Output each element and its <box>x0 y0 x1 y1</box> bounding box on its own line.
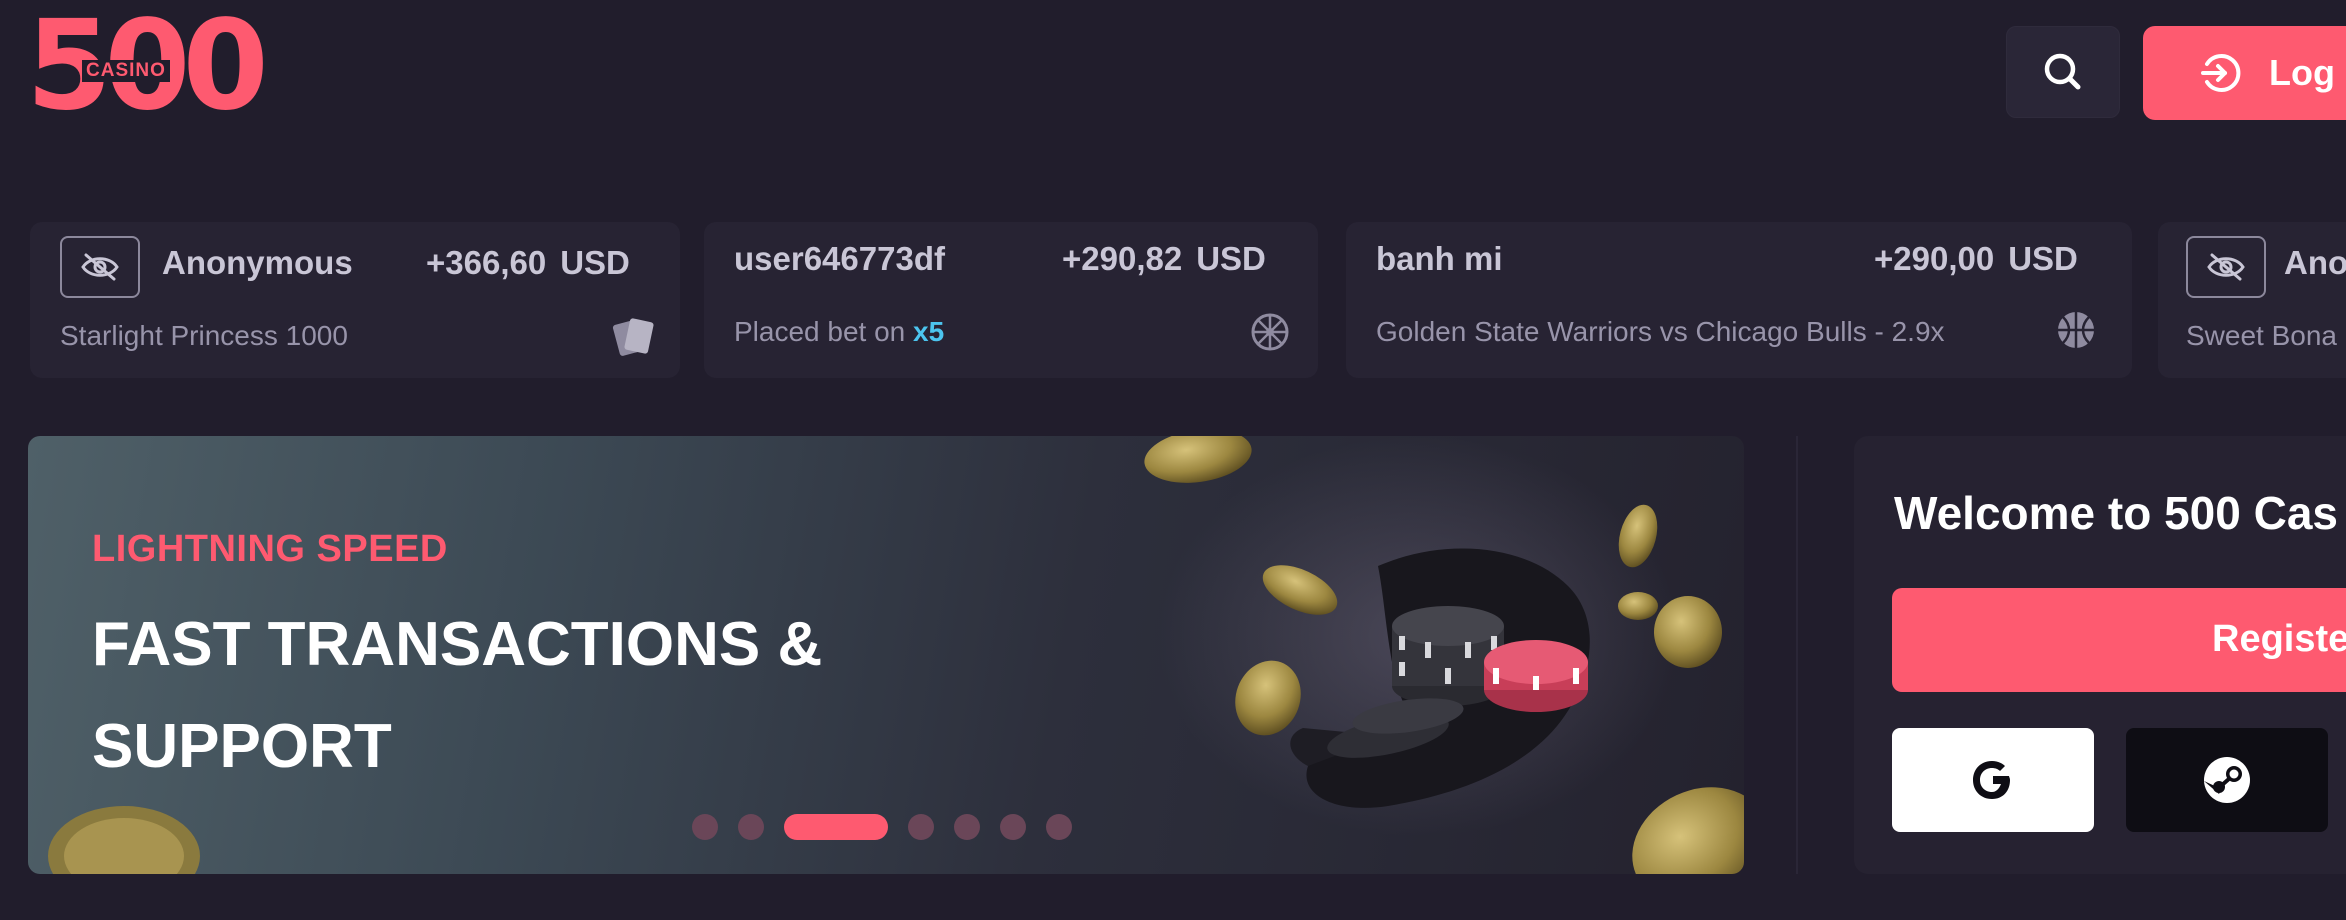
carousel-dot[interactable] <box>908 814 934 840</box>
carousel-dot[interactable] <box>784 814 888 840</box>
carousel-dot[interactable] <box>692 814 718 840</box>
live-bet-card[interactable]: Ano Sweet Bona <box>2158 222 2346 378</box>
login-button[interactable]: Log <box>2143 26 2346 120</box>
coin-decoration <box>48 806 200 874</box>
carousel-dot[interactable] <box>738 814 764 840</box>
search-button[interactable] <box>2006 26 2120 118</box>
carousel-dot[interactable] <box>954 814 980 840</box>
bet-game-prefix: Placed bet on <box>734 316 906 347</box>
welcome-panel: Welcome to 500 Cas Registe <box>1854 436 2346 874</box>
bet-user-name: Anonymous <box>162 244 353 281</box>
bet-amount-value: +290,00 <box>1874 240 1995 277</box>
anonymous-badge <box>60 236 140 298</box>
welcome-title: Welcome to 500 Cas <box>1894 487 2339 539</box>
live-bet-card[interactable]: user646773df +290,82 USD Placed bet on x5 <box>704 222 1318 378</box>
bet-user-name: banh mi <box>1376 240 1503 277</box>
anonymous-badge <box>2186 236 2266 298</box>
banner-title: FAST TRANSACTIONS & SUPPORT <box>92 594 992 798</box>
section-divider <box>1796 436 1798 874</box>
google-icon <box>1973 761 2010 799</box>
promo-banner[interactable]: LIGHTNING SPEED FAST TRANSACTIONS & SUPP… <box>28 436 1744 874</box>
chips-hand-illustration <box>1144 436 1744 874</box>
wheel-icon <box>1248 310 1292 354</box>
carousel-dots <box>692 814 1072 840</box>
slots-cards-icon <box>612 314 656 358</box>
google-login-button[interactable] <box>1892 728 2094 832</box>
bet-amount-value: +290,82 <box>1062 240 1183 277</box>
bet-user-name: user646773df <box>734 240 945 277</box>
live-bet-card[interactable]: banh mi +290,00 USD Golden State Warriors… <box>1346 222 2132 378</box>
carousel-dot[interactable] <box>1000 814 1026 840</box>
bet-amount: +366,60 USD <box>426 244 630 282</box>
eye-off-icon <box>2207 253 2245 281</box>
bet-amount: +290,82 USD <box>1062 240 1266 278</box>
bet-game-name: Starlight Princess 1000 <box>60 320 348 351</box>
carousel-dot[interactable] <box>1046 814 1072 840</box>
banner-title-line: FAST TRANSACTIONS & <box>92 610 823 679</box>
steam-login-button[interactable] <box>2126 728 2328 832</box>
logo-word: CASINO <box>82 60 170 82</box>
bet-game-name: Sweet Bona <box>2186 320 2337 351</box>
login-label: Log <box>2269 52 2335 93</box>
casino-logo[interactable]: 500 CASINO <box>26 4 269 128</box>
basketball-icon <box>2054 308 2098 352</box>
register-button[interactable]: Registe <box>1892 588 2346 692</box>
bet-game-name: Golden State Warriors vs Chicago Bulls -… <box>1376 316 1945 347</box>
bet-amount: +290,00 USD <box>1874 240 2078 278</box>
bet-currency: USD <box>1196 240 1266 277</box>
banner-title-line: SUPPORT <box>92 712 392 781</box>
bet-multiplier: x5 <box>913 316 945 347</box>
bet-amount-value: +366,60 <box>426 244 547 281</box>
steam-icon <box>2204 757 2250 803</box>
bet-game-name: Placed bet on x5 <box>734 316 944 348</box>
bet-user-name: Ano <box>2284 244 2346 281</box>
login-icon <box>2201 54 2241 92</box>
live-bet-card[interactable]: Anonymous +366,60 USD Starlight Princess … <box>30 222 680 378</box>
bet-currency: USD <box>2008 240 2078 277</box>
register-label: Registe <box>2212 618 2346 660</box>
eye-off-icon <box>81 253 119 281</box>
bet-currency: USD <box>560 244 630 281</box>
search-icon <box>2044 53 2081 90</box>
banner-subtitle: LIGHTNING SPEED <box>92 528 448 570</box>
